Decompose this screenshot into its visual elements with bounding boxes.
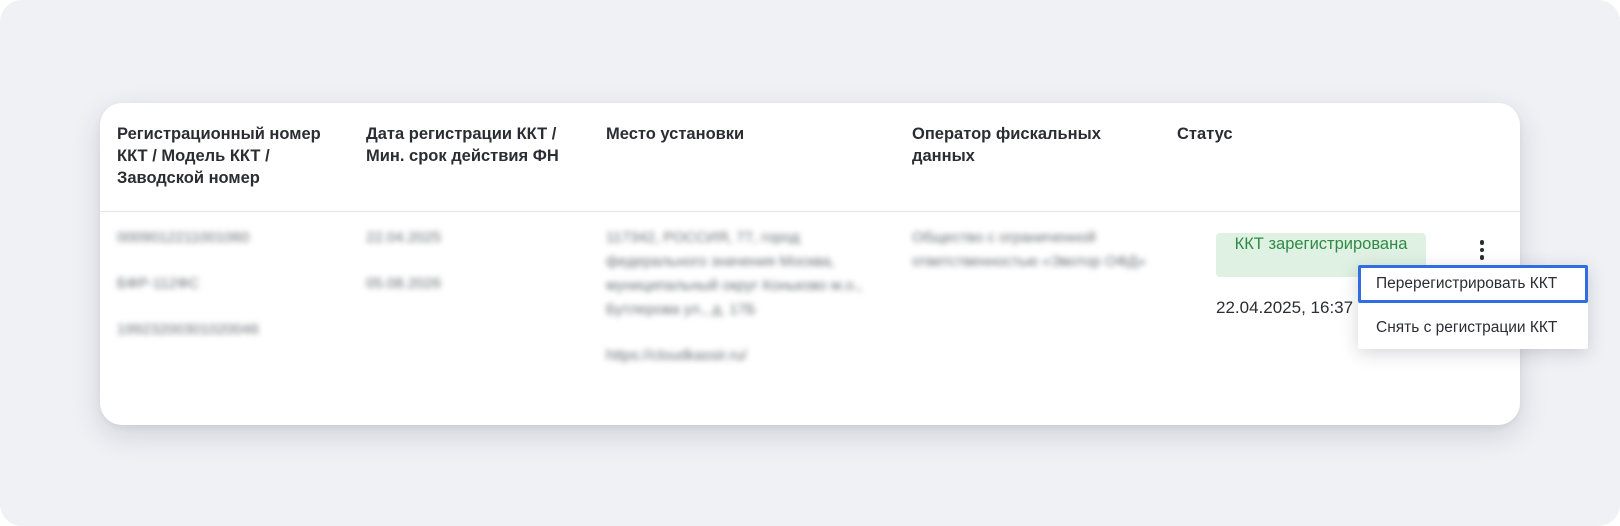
fn-expiry-date: 05.08.2026 (366, 275, 442, 292)
kkt-model: БФР-112ФС (117, 275, 200, 292)
kebab-dot (1479, 247, 1485, 253)
cell-dates: 22.04.2025 05.08.2026 (366, 226, 566, 296)
page-background: Регистрационный номер ККТ / Модель ККТ /… (0, 0, 1620, 526)
install-address: 117342, РОССИЯ, 77, город федерального з… (606, 229, 863, 318)
more-vertical-icon[interactable] (1472, 236, 1492, 264)
menu-item-reregister[interactable]: Перерегистрировать ККТ (1358, 265, 1588, 303)
install-url[interactable]: https://cloudkassir.ru/ (606, 344, 871, 368)
reg-number: 0009012211001060 (117, 229, 250, 246)
cell-ofd: Общество с ограниченной ответственностью… (912, 226, 1147, 274)
cell-location: 117342, РОССИЯ, 77, город федерального з… (606, 226, 871, 368)
kkt-table-card: Регистрационный номер ККТ / Модель ККТ /… (100, 103, 1588, 425)
header-status: Статус (1177, 125, 1233, 143)
cell-reg-number: 0009012211001060 БФР-112ФС 1992320030102… (117, 226, 347, 342)
kebab-dot (1479, 255, 1485, 260)
serial-number: 19923200301020046 (117, 321, 259, 338)
row-actions-menu: Перерегистрировать ККТ Снять с регистрац… (1358, 265, 1588, 349)
ofd-name: Общество с ограниченной ответственностью… (912, 229, 1146, 270)
header-ofd: Оператор фискальных данных (912, 125, 1101, 165)
status-date: 22.04.2025, 16:37 (1216, 298, 1354, 317)
kebab-dot (1479, 240, 1485, 245)
header-location: Место установки (606, 125, 745, 143)
menu-item-deregister[interactable]: Снять с регистрации ККТ (1358, 309, 1588, 347)
header-reg-number: Регистрационный номер ККТ / Модель ККТ /… (117, 125, 321, 187)
header-divider (100, 211, 1520, 212)
reg-date: 22.04.2025 (366, 229, 442, 246)
header-reg-date: Дата регистрации ККТ / Мин. срок действи… (366, 125, 559, 165)
